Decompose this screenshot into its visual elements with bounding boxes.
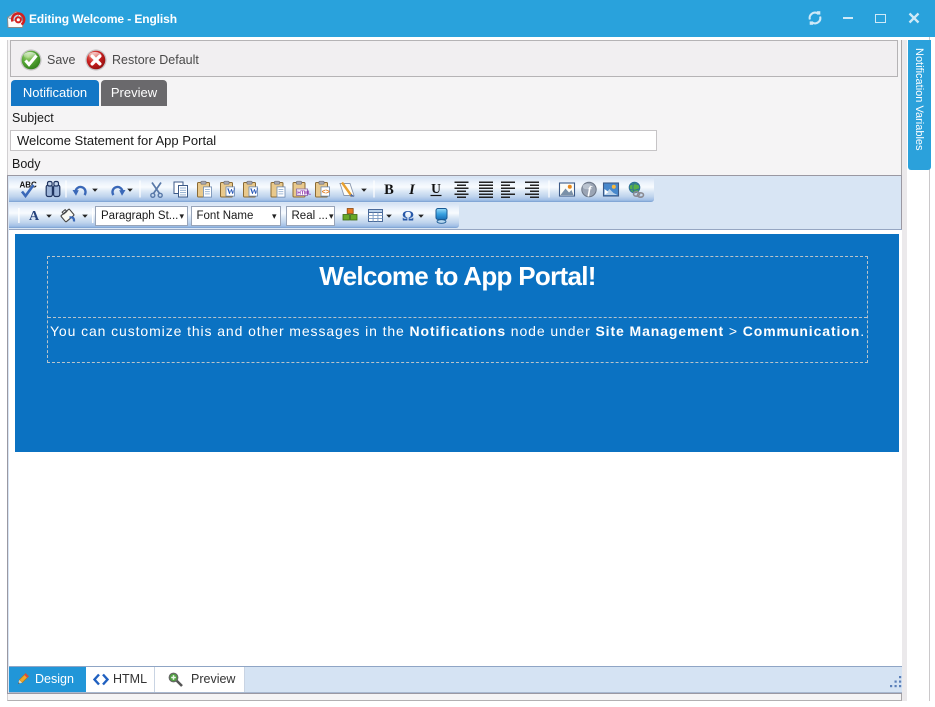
svg-text:Ω: Ω	[402, 209, 414, 225]
svg-text:<>: <>	[322, 189, 330, 196]
svg-text:W: W	[250, 186, 259, 196]
svg-text:W: W	[227, 186, 236, 196]
svg-text:U: U	[431, 181, 441, 196]
svg-text:A: A	[29, 209, 40, 224]
svg-text:ABC: ABC	[20, 181, 38, 190]
svg-text:I: I	[408, 182, 416, 198]
svg-text:HTML: HTML	[297, 190, 311, 196]
svg-text:B: B	[384, 182, 394, 198]
